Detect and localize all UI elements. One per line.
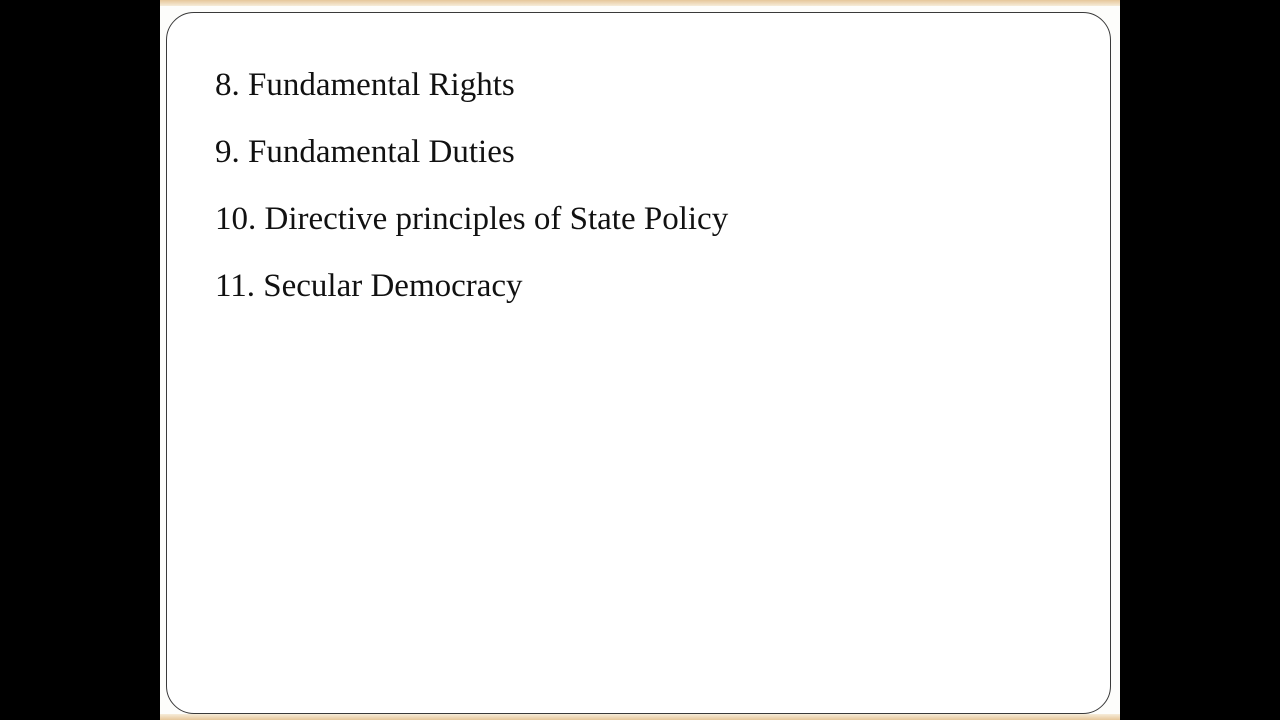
slide-bottom-accent-band [160,714,1120,720]
list-item: 9. Fundamental Duties [215,134,515,170]
slide-content-frame: 8. Fundamental Rights 9. Fundamental Dut… [166,12,1111,714]
slide-top-accent-band [160,0,1120,6]
list-item: 10. Directive principles of State Policy [215,201,729,237]
list-item: 11. Secular Democracy [215,268,523,304]
video-viewport: 8. Fundamental Rights 9. Fundamental Dut… [0,0,1280,720]
topic-list: 8. Fundamental Rights 9. Fundamental Dut… [215,69,728,337]
list-item: 8. Fundamental Rights [215,67,515,103]
presentation-slide: 8. Fundamental Rights 9. Fundamental Dut… [160,0,1120,720]
